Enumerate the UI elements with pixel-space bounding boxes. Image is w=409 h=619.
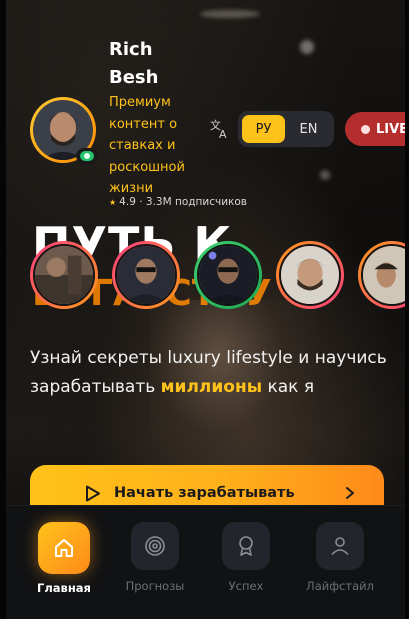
story-avatar[interactable] (112, 241, 180, 309)
online-status-badge (76, 148, 98, 164)
subtitle-text-end: как я (262, 377, 315, 397)
chevron-right-icon (346, 487, 354, 499)
language-switch: РУ EN (238, 111, 334, 147)
story-avatar[interactable] (276, 241, 344, 309)
award-icon (222, 522, 270, 570)
ceiling-light (200, 10, 260, 18)
ceiling-light (300, 40, 314, 54)
live-button[interactable]: LIVE (345, 112, 409, 146)
profile-rating: ★ 4.9 · 3.3M подписчиков (109, 195, 247, 210)
frame-edge (405, 0, 409, 619)
live-dot-icon (361, 124, 370, 134)
story-avatar[interactable] (358, 241, 409, 309)
home-icon (38, 522, 90, 574)
nav-item-predictions[interactable]: Прогнозы (115, 522, 195, 593)
cta-label: Начать зарабатывать (114, 485, 295, 501)
lang-option-ru[interactable]: РУ (242, 115, 285, 143)
nav-label: Прогнозы (125, 579, 185, 593)
nav-label: Главная (37, 581, 91, 595)
nav-label: Успех (228, 579, 264, 593)
profile-name: Rich Besh (109, 39, 159, 88)
user-icon (316, 522, 364, 570)
star-icon: ★ (109, 198, 117, 207)
lang-option-en[interactable]: EN (287, 115, 330, 143)
rating-text: 4.9 · 3.3M подписчиков (119, 196, 247, 208)
hero-subtitle: Узнай секреты luxury lifestyle и научись… (30, 344, 390, 402)
subtitle-highlight: миллионы (160, 377, 263, 397)
app-screen: ПУТЬ К БОГАТСТВУ Rich Besh Премиум конте… (0, 0, 409, 619)
live-label: LIVE (376, 121, 409, 137)
nav-item-lifestyle[interactable]: Лайфстайл (300, 522, 380, 593)
ceiling-light (320, 170, 330, 180)
target-icon (131, 522, 179, 570)
profile-tagline: Премиум контент о ставках и роскошной жи… (109, 95, 185, 196)
play-icon (86, 485, 100, 502)
svg-text:A: A (219, 128, 227, 140)
bottom-navigation: Главная Прогнозы Успех Лайфстайл (6, 505, 405, 619)
translate-icon[interactable]: 文 A (209, 118, 231, 140)
nav-label: Лайфстайл (306, 579, 374, 593)
story-avatar[interactable] (30, 241, 98, 309)
nav-item-success[interactable]: Успех (206, 522, 286, 593)
story-avatar[interactable] (194, 241, 262, 309)
nav-item-home[interactable]: Главная (24, 522, 104, 595)
frame-edge (0, 0, 6, 619)
stories-row (30, 241, 409, 311)
